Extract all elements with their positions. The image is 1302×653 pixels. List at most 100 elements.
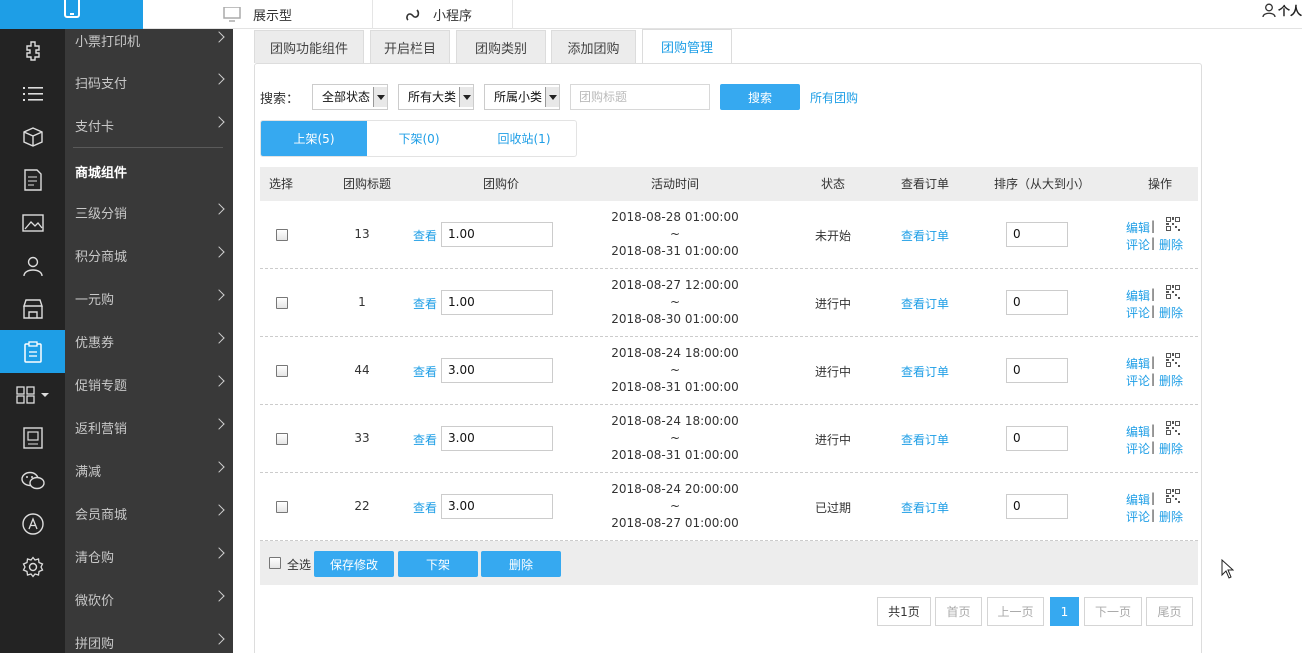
- tab-open-column[interactable]: 开启栏目: [370, 30, 450, 63]
- status-select[interactable]: 全部状态: [312, 84, 388, 110]
- select-all-checkbox[interactable]: [269, 557, 281, 569]
- pager-current[interactable]: 1: [1050, 597, 1079, 626]
- user-menu[interactable]: 个人: [1262, 0, 1302, 20]
- rail-apps[interactable]: [0, 373, 65, 416]
- rail-box[interactable]: [0, 115, 65, 158]
- submenu-item-discount[interactable]: 满减: [65, 449, 233, 492]
- submenu-item-receipt-printer[interactable]: 小票打印机: [65, 29, 233, 62]
- rail-document[interactable]: [0, 158, 65, 201]
- comment-link[interactable]: 评论: [1126, 304, 1150, 321]
- rail-store[interactable]: [0, 287, 65, 330]
- delete-link[interactable]: 删除: [1159, 372, 1183, 389]
- rail-picture-frame[interactable]: [0, 416, 65, 459]
- top-tab-miniprogram[interactable]: 小程序: [373, 0, 513, 29]
- sort-input[interactable]: 0: [1006, 426, 1068, 451]
- title-search-input[interactable]: 团购标题: [570, 84, 710, 110]
- rail-user[interactable]: [0, 244, 65, 287]
- submenu-item-one-yuan[interactable]: 一元购: [65, 277, 233, 320]
- tab-groupbuy-component[interactable]: 团购功能组件: [254, 30, 364, 63]
- submenu-item-group-buy[interactable]: 拼团购: [65, 621, 233, 653]
- delete-button[interactable]: 删除: [481, 551, 561, 577]
- rail-appstore[interactable]: [0, 502, 65, 545]
- delete-link[interactable]: 删除: [1159, 236, 1183, 253]
- view-link[interactable]: 查看: [410, 363, 440, 380]
- sort-input[interactable]: 0: [1006, 494, 1068, 519]
- sort-input[interactable]: 0: [1006, 290, 1068, 315]
- pager-last[interactable]: 尾页: [1146, 597, 1193, 626]
- rail-settings[interactable]: [0, 545, 65, 588]
- unlist-button[interactable]: 下架: [398, 551, 478, 577]
- rail-wechat[interactable]: [0, 459, 65, 502]
- submenu-item-scan-pay[interactable]: 扫码支付: [65, 61, 233, 104]
- submenu-item-three-level[interactable]: 三级分销: [65, 191, 233, 234]
- view-orders-link[interactable]: 查看订单: [885, 363, 965, 380]
- qrcode-icon[interactable]: [1166, 285, 1180, 299]
- edit-link[interactable]: 编辑: [1126, 219, 1150, 236]
- view-link[interactable]: 查看: [410, 431, 440, 448]
- mobile-home-tab[interactable]: [0, 0, 143, 29]
- subcategory-select[interactable]: 所属小类: [484, 84, 560, 110]
- rail-clipboard[interactable]: [0, 330, 65, 373]
- select-all-label: 全选: [287, 558, 312, 572]
- price-input[interactable]: 3.00: [441, 426, 553, 451]
- comment-link[interactable]: 评论: [1126, 372, 1150, 389]
- row-checkbox[interactable]: [276, 229, 288, 241]
- row-checkbox[interactable]: [276, 297, 288, 309]
- rail-plugin[interactable]: [0, 29, 65, 72]
- pager-prev[interactable]: 上一页: [987, 597, 1044, 626]
- view-link[interactable]: 查看: [410, 295, 440, 312]
- edit-link[interactable]: 编辑: [1126, 491, 1150, 508]
- comment-link[interactable]: 评论: [1126, 508, 1150, 525]
- submenu-item-rebate[interactable]: 返利营销: [65, 406, 233, 449]
- view-orders-link[interactable]: 查看订单: [885, 499, 965, 516]
- row-checkbox[interactable]: [276, 365, 288, 377]
- sort-input[interactable]: 0: [1006, 222, 1068, 247]
- rail-image[interactable]: [0, 201, 65, 244]
- comment-link[interactable]: 评论: [1126, 440, 1150, 457]
- category-select[interactable]: 所有大类: [398, 84, 474, 110]
- row-checkbox[interactable]: [276, 433, 288, 445]
- price-input[interactable]: 3.00: [441, 494, 553, 519]
- submenu-item-clearance[interactable]: 清仓购: [65, 535, 233, 578]
- view-orders-link[interactable]: 查看订单: [885, 227, 965, 244]
- qrcode-icon[interactable]: [1166, 353, 1180, 367]
- view-orders-link[interactable]: 查看订单: [885, 431, 965, 448]
- tab-groupbuy-manage[interactable]: 团购管理: [642, 29, 732, 63]
- submenu-item-points-mall[interactable]: 积分商城: [65, 234, 233, 277]
- edit-link[interactable]: 编辑: [1126, 287, 1150, 304]
- segment-unlisted[interactable]: 下架(0): [367, 121, 471, 156]
- price-input[interactable]: 1.00: [441, 290, 553, 315]
- comment-link[interactable]: 评论: [1126, 236, 1150, 253]
- price-input[interactable]: 3.00: [441, 358, 553, 383]
- qrcode-icon[interactable]: [1166, 421, 1180, 435]
- submenu-item-bargain[interactable]: 微砍价: [65, 578, 233, 621]
- top-tab-display[interactable]: 展示型: [143, 0, 373, 29]
- view-link[interactable]: 查看: [410, 499, 440, 516]
- segment-recycle-bin[interactable]: 回收站(1): [471, 121, 577, 156]
- price-input[interactable]: 1.00: [441, 222, 553, 247]
- edit-link[interactable]: 编辑: [1126, 423, 1150, 440]
- tab-add-groupbuy[interactable]: 添加团购: [551, 30, 636, 63]
- pager-first[interactable]: 首页: [935, 597, 982, 626]
- all-groupbuy-link[interactable]: 所有团购: [810, 89, 858, 106]
- tab-groupbuy-category[interactable]: 团购类别: [456, 30, 546, 63]
- sort-input[interactable]: 0: [1006, 358, 1068, 383]
- view-link[interactable]: 查看: [410, 227, 440, 244]
- view-orders-link[interactable]: 查看订单: [885, 295, 965, 312]
- submenu-item-pay-card[interactable]: 支付卡: [65, 104, 233, 147]
- search-button[interactable]: 搜索: [720, 84, 800, 110]
- qrcode-icon[interactable]: [1166, 489, 1180, 503]
- rail-list[interactable]: [0, 72, 65, 115]
- edit-link[interactable]: 编辑: [1126, 355, 1150, 372]
- delete-link[interactable]: 删除: [1159, 508, 1183, 525]
- submenu-item-coupons[interactable]: 优惠券: [65, 320, 233, 363]
- delete-link[interactable]: 删除: [1159, 440, 1183, 457]
- segment-listed[interactable]: 上架(5): [261, 121, 367, 156]
- pager-next[interactable]: 下一页: [1084, 597, 1142, 626]
- submenu-item-member-mall[interactable]: 会员商城: [65, 492, 233, 535]
- delete-link[interactable]: 删除: [1159, 304, 1183, 321]
- qrcode-icon[interactable]: [1166, 217, 1180, 231]
- save-changes-button[interactable]: 保存修改: [314, 551, 394, 577]
- row-checkbox[interactable]: [276, 501, 288, 513]
- submenu-item-promo-topic[interactable]: 促销专题: [65, 363, 233, 406]
